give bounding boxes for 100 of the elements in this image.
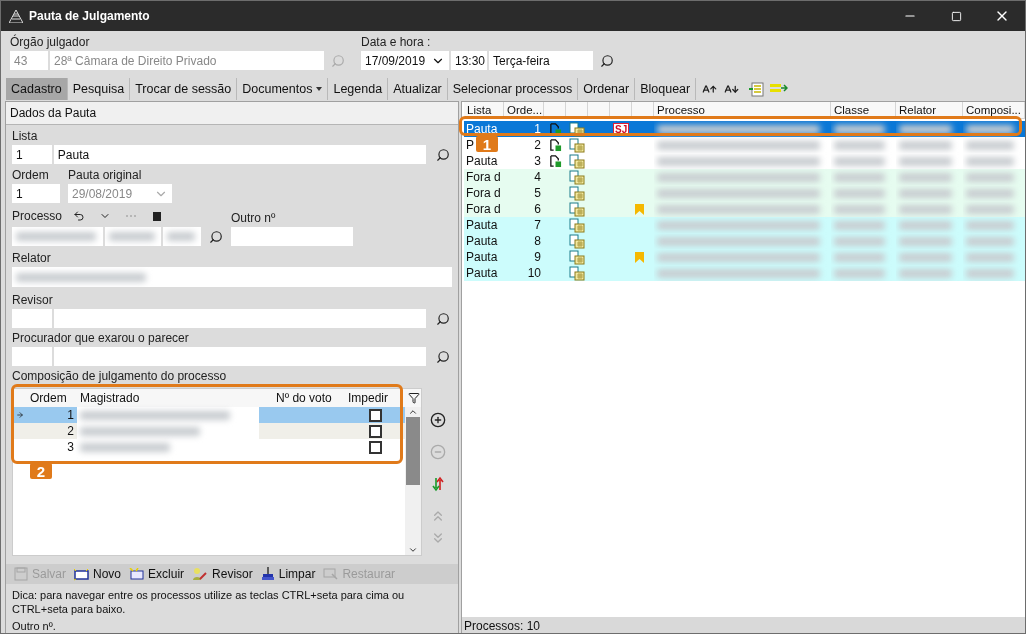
table-cell: 6 [534,202,541,216]
table-cell: 2 [534,138,541,152]
document-calendar-icon [569,233,585,249]
input-field[interactable] [12,227,103,246]
table-cell: Pauta [466,122,498,136]
input-field[interactable] [53,347,426,366]
toolbar-button[interactable]: Bloquear [635,78,697,100]
toolbar-button[interactable]: Legenda [328,78,389,100]
checkbox[interactable] [368,440,382,454]
toolbar-button[interactable]: Excluir [129,567,185,581]
time-field[interactable]: 13:30 [451,51,487,70]
redacted-text [834,172,885,182]
scroll-up-icon[interactable] [408,407,418,417]
input-field[interactable]: 43 [10,51,48,70]
input-field[interactable]: 28ª Câmara de Direito Privado [50,51,324,70]
column-header: Nº do voto [275,391,333,405]
redacted-text [834,236,885,246]
document-icon [549,139,561,152]
input-field[interactable] [12,267,452,287]
column-header: Ordem [29,391,68,405]
input-field[interactable] [53,309,426,328]
column-header[interactable]: Classe [831,102,896,118]
redacted-text [899,220,952,230]
input-field[interactable]: Pauta [53,145,426,164]
redacted-text [167,232,195,241]
table-row[interactable]: Pauta 10 [464,265,1025,281]
dropdown-button[interactable]: Documentos [237,78,329,100]
table-row[interactable]: Pauta 7 [464,217,1025,233]
scrollbar[interactable] [405,407,421,555]
callout-number: 1 [476,136,498,152]
table-row[interactable]: Pauta 8 [464,233,1025,249]
redacted-text [899,140,952,150]
table-row[interactable]: Fora d 6 [464,201,1025,217]
toolbar-button[interactable]: Trocar de sessão [130,78,238,100]
column-header[interactable]: Composi... [963,102,1025,118]
checkbox[interactable] [368,408,382,422]
checkbox[interactable] [368,424,382,438]
redacted-text [899,268,952,278]
toolbar-button[interactable]: Pesquisa [67,78,131,100]
toolbar-button[interactable]: Selecionar processos [447,78,579,100]
redacted-text [899,188,952,198]
weekday-field[interactable]: Terça-feira [489,51,593,70]
table-cell: Pauta [466,234,498,248]
field-label: Composição de julgamento do processo [12,369,228,383]
input-field[interactable] [105,227,161,246]
table-cell-text: 1 [66,408,75,422]
field-label: Ordem [12,168,50,182]
column-header[interactable]: Orde... [504,102,544,118]
list-icon[interactable] [748,80,767,98]
document-calendar-icon [569,217,585,233]
table-cell: Fora d [466,170,501,184]
redacted-text [899,204,952,214]
toolbar-button[interactable]: Novo [74,567,122,581]
field-label: Relator [12,251,52,265]
broom-icon [260,567,275,581]
grid-row[interactable]: 2 [13,423,405,439]
column-header: Impedir [347,391,389,405]
table-cell: Pauta [466,250,498,264]
date-field[interactable]: 17/09/2019 [361,51,449,70]
field-label: Lista [12,129,39,143]
table-cell: 7 [534,218,541,232]
toolbar-button[interactable]: Cadastro [6,78,68,100]
table-cell: Pauta [466,154,498,168]
table-cell: 5 [534,186,541,200]
scroll-down-icon[interactable] [408,545,418,555]
redacted-text [966,204,1014,214]
input-field[interactable] [231,227,353,246]
column-header[interactable]: Lista [464,102,504,118]
redacted-text [966,172,1014,182]
column-header[interactable]: Relator [896,102,963,118]
document-calendar-icon [569,265,585,281]
table-row[interactable]: Pauta 9 [464,249,1025,265]
column-header[interactable]: Processo [654,102,831,118]
redacted-text [966,156,1014,166]
redacted-text [966,188,1014,198]
redacted-text [899,252,952,262]
toolbar-button[interactable]: Atualizar [388,78,448,100]
toolbar-button[interactable]: Revisor [192,567,253,581]
table-cell: P [466,138,474,152]
field-label: Data e hora : [361,35,432,49]
input-field[interactable] [163,227,201,246]
add-icon[interactable] [429,411,447,429]
person-pencil-icon [192,567,209,581]
grid-row[interactable]: 1 [13,407,405,423]
swap-icon[interactable] [429,475,447,493]
table-cell: 9 [534,250,541,264]
date-field[interactable]: 29/08/2019 [68,184,172,203]
bookmark-icon [635,251,644,263]
table-row[interactable]: Fora d 4 [464,169,1025,185]
input-field[interactable]: 1 [12,184,60,203]
toolbar-button[interactable]: Ordenar [578,78,636,100]
input-field[interactable]: 1 [12,145,52,164]
table-cell: 8 [534,234,541,248]
input-field[interactable] [12,347,52,366]
document-calendar-icon [569,169,585,185]
table-row[interactable]: Fora d 5 [464,185,1025,201]
toolbar-button[interactable]: Limpar [260,567,316,581]
caret-icon [316,87,323,91]
panel-header: Dados da Pauta [6,102,458,125]
input-field[interactable] [12,309,52,328]
